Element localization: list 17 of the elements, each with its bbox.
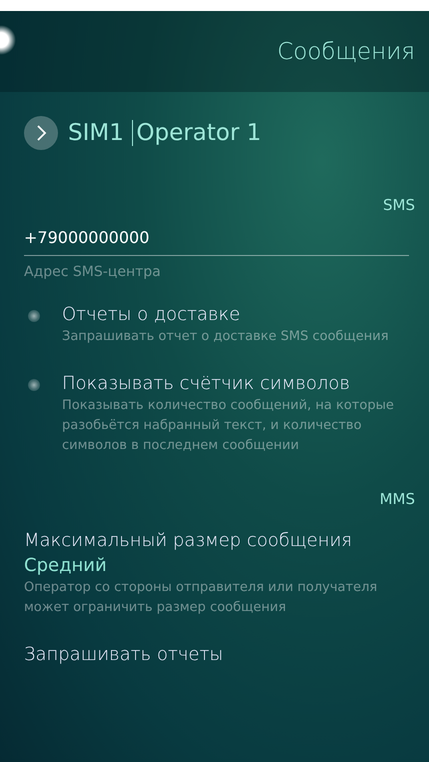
switch-description: Показывать количество сообщений, на которые разобьётся набранный текст, и количество символов в последнем сообщении xyxy=(62,397,395,455)
switch-indicator[interactable] xyxy=(28,379,40,391)
section-header: SMS xyxy=(382,195,416,214)
input-field[interactable]: +79000000000 xyxy=(24,228,409,256)
sim-selector[interactable]: SIM1 Operator 1 xyxy=(68,120,262,146)
combo-value[interactable]: Средний xyxy=(24,555,415,576)
chevron-icon[interactable] xyxy=(24,116,58,150)
switch-label[interactable]: Отчеты о доставке xyxy=(62,304,389,325)
section-header: MMS xyxy=(378,489,416,508)
combo-label[interactable]: Максимальный размер сообщения xyxy=(24,530,415,551)
combo-description: Оператор со стороны отправителя или получателя может ограничить размер сообщения xyxy=(24,579,378,617)
switch-indicator[interactable] xyxy=(28,310,40,322)
combo-label[interactable]: Запрашивать отчеты xyxy=(24,644,415,665)
page-title: Сообщения xyxy=(277,38,415,64)
switch-description: Запрашивать отчет о доставке SMS сообщения xyxy=(62,328,389,346)
switch-label[interactable]: Показывать счётчик символов xyxy=(62,373,415,394)
field-label: Адрес SMS-центра xyxy=(24,264,162,280)
